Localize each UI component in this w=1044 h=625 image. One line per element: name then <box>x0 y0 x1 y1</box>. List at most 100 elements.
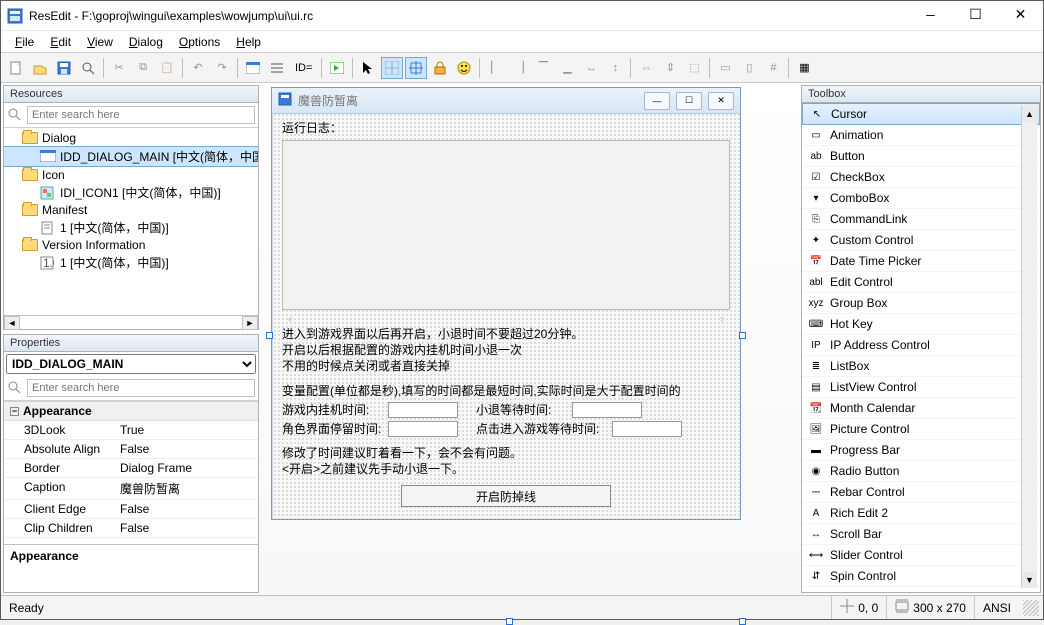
dialog-titlebar[interactable]: 魔兽防暂离 — ☐ ✕ <box>272 88 740 114</box>
res-dialog-icon[interactable] <box>242 57 264 79</box>
toolbox-item[interactable]: ⌨Hot Key <box>802 314 1040 335</box>
window-title: ResEdit - F:\goproj\wingui\examples\wowj… <box>29 9 908 23</box>
dialog-body[interactable]: 运行日志： ‹› 进入到游戏界面以后再开启，小退时间不要超过20分钟。 开启以后… <box>272 114 740 519</box>
scroll-left-icon[interactable]: ◄ <box>4 316 20 330</box>
version-item-icon: 1.0 <box>40 256 56 270</box>
close-button[interactable]: ✕ <box>998 1 1043 30</box>
toolbox-item[interactable]: ⟷Slider Control <box>802 545 1040 566</box>
edit-control[interactable] <box>388 402 458 418</box>
toolbox-item[interactable]: xyzGroup Box <box>802 293 1040 314</box>
toolbox-item-label: Radio Button <box>830 464 899 478</box>
scroll-down-icon[interactable]: ▼ <box>1022 572 1037 588</box>
scroll-right-icon[interactable]: ► <box>242 316 258 330</box>
open-icon[interactable] <box>29 57 51 79</box>
menu-edit[interactable]: Edit <box>44 33 77 51</box>
edit-control[interactable] <box>282 140 730 310</box>
toolbox-item[interactable]: 📅Date Time Picker <box>802 251 1040 272</box>
toolbox-item[interactable]: ≣ListBox <box>802 356 1040 377</box>
properties-object-select[interactable]: IDD_DIALOG_MAIN <box>6 354 256 374</box>
cursor-tool-icon[interactable] <box>357 57 379 79</box>
properties-grid[interactable]: −Appearance 3DLookTrue Absolute AlignFal… <box>4 401 258 544</box>
minimize-button[interactable]: — <box>908 1 953 30</box>
tree-node-manifest-item[interactable]: 1 [中文(简体，中国)] <box>4 218 258 237</box>
snap-grid-icon[interactable]: ▦ <box>793 57 815 79</box>
toolbox-item-icon: ⎘ <box>808 211 824 227</box>
toolbox-item-label: Picture Control <box>830 422 909 436</box>
properties-search-input[interactable] <box>27 379 255 397</box>
toolbox-item[interactable]: ⎘CommandLink <box>802 209 1040 230</box>
toolbox-item[interactable]: ↔Scroll Bar <box>802 524 1040 545</box>
toolbox-item[interactable]: ▾ComboBox <box>802 188 1040 209</box>
scroll-up-icon[interactable]: ▲ <box>1022 106 1037 122</box>
dialog-min-button[interactable]: — <box>644 92 670 110</box>
toolbox-item[interactable]: ✦Custom Control <box>802 230 1040 251</box>
toolbox-item-label: CheckBox <box>830 170 885 184</box>
toolbox-item-icon: ≣ <box>808 358 824 374</box>
toolbox-item[interactable]: 📆Month Calendar <box>802 398 1040 419</box>
new-icon[interactable] <box>5 57 27 79</box>
toolbox-item-icon: ⇵ <box>808 568 824 584</box>
icon-item-icon <box>40 186 56 200</box>
toolbar: ✂ ⧉ 📋 ↶ ↷ ID= ▏ ▕ ▔ ▁ ↔ ↕ ⇔ ⇕ ⬚ ▭ ▯ # ▦ <box>1 53 1043 83</box>
preview-icon[interactable] <box>77 57 99 79</box>
guides-tool-icon[interactable] <box>405 57 427 79</box>
menu-view[interactable]: View <box>81 33 119 51</box>
resources-tree[interactable]: Dialog IDD_DIALOG_MAIN [中文(简体，中国)] Icon … <box>4 128 258 315</box>
toolbox-item[interactable]: ablEdit Control <box>802 272 1040 293</box>
toolbox-item[interactable]: 🖼Picture Control <box>802 419 1040 440</box>
resources-search-input[interactable] <box>27 106 255 124</box>
toolbox-item[interactable]: ▬Progress Bar <box>802 440 1040 461</box>
tree-node-icon-item[interactable]: IDI_ICON1 [中文(简体，中国)] <box>4 183 258 202</box>
toolbox-item[interactable]: ⎓Rebar Control <box>802 482 1040 503</box>
toolbox-item[interactable]: abButton <box>802 146 1040 167</box>
tree-node-icon[interactable]: Icon <box>4 167 258 183</box>
svg-text:1.0: 1.0 <box>43 256 54 270</box>
dialog-close-button[interactable]: ✕ <box>708 92 734 110</box>
grid-tool-icon[interactable] <box>381 57 403 79</box>
toolbox-item-label: Progress Bar <box>830 443 900 457</box>
toolbox-item[interactable]: AStatic Text <box>802 587 1040 592</box>
edit-control[interactable] <box>572 402 642 418</box>
tree-node-version-item[interactable]: 1.01 [中文(简体，中国)] <box>4 253 258 272</box>
menu-help[interactable]: Help <box>230 33 267 51</box>
res-list-icon[interactable] <box>266 57 288 79</box>
dialog-max-button[interactable]: ☐ <box>676 92 702 110</box>
toolbox-item[interactable]: ⇵Spin Control <box>802 566 1040 587</box>
edit-control[interactable] <box>612 421 682 437</box>
toolbox-list[interactable]: ↖Cursor▭AnimationabButton☑CheckBox▾Combo… <box>802 103 1040 592</box>
toolbox-item[interactable]: ▭Animation <box>802 125 1040 146</box>
tree-node-dialog-item[interactable]: IDD_DIALOG_MAIN [中文(简体，中国)] <box>4 146 258 167</box>
toolbox-item[interactable]: ▤ListView Control <box>802 377 1040 398</box>
undo-icon: ↶ <box>187 57 209 79</box>
status-pos: 0, 0 <box>831 596 886 619</box>
design-surface[interactable]: 魔兽防暂离 — ☐ ✕ 运行日志： ‹› 进入到游戏界面以后再开启，小退时间不要… <box>261 83 799 595</box>
menu-dialog[interactable]: Dialog <box>123 33 169 51</box>
toolbox-item[interactable]: ARich Edit 2 <box>802 503 1040 524</box>
tree-node-version[interactable]: Version Information <box>4 237 258 253</box>
prop-category[interactable]: −Appearance <box>4 402 258 421</box>
resize-grip-icon[interactable] <box>1023 600 1039 616</box>
tree-node-dialog[interactable]: Dialog <box>4 130 258 146</box>
toolbox-item[interactable]: ↖Cursor <box>802 103 1040 125</box>
cut-icon: ✂ <box>108 57 130 79</box>
test-dialog-icon[interactable] <box>326 57 348 79</box>
tree-node-manifest[interactable]: Manifest <box>4 202 258 218</box>
menu-options[interactable]: Options <box>173 33 226 51</box>
dialog-preview[interactable]: 魔兽防暂离 — ☐ ✕ 运行日志： ‹› 进入到游戏界面以后再开启，小退时间不要… <box>271 87 741 520</box>
smiley-tool-icon[interactable] <box>453 57 475 79</box>
save-icon[interactable] <box>53 57 75 79</box>
edit-control[interactable] <box>388 421 458 437</box>
button-control[interactable]: 开启防掉线 <box>401 485 611 507</box>
menu-file[interactable]: File <box>9 33 40 51</box>
toolbox-item[interactable]: IPIP Address Control <box>802 335 1040 356</box>
maximize-button[interactable]: ☐ <box>953 1 998 30</box>
collapse-icon[interactable]: − <box>10 407 19 416</box>
lock-tool-icon[interactable] <box>429 57 451 79</box>
id-label[interactable]: ID= <box>290 57 317 79</box>
toolbox-item-icon: xyz <box>808 295 824 311</box>
resources-hscroll[interactable]: ◄ ► <box>4 315 258 329</box>
size-icon <box>895 599 909 616</box>
toolbox-item[interactable]: ☑CheckBox <box>802 167 1040 188</box>
toolbox-item[interactable]: ◉Radio Button <box>802 461 1040 482</box>
dialog-item-icon <box>40 150 56 164</box>
